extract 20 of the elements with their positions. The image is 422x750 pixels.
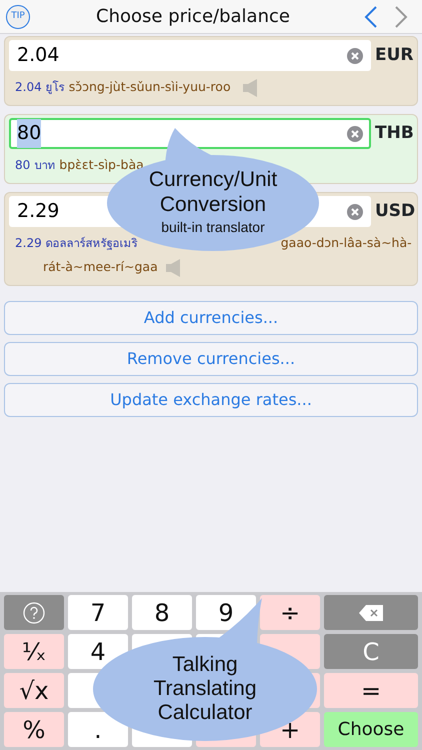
currency-code: USD bbox=[375, 200, 413, 223]
transliteration: rát-à~mee-rí~gaa bbox=[43, 259, 158, 274]
screen-title: Choose price/balance bbox=[95, 5, 291, 29]
amount-text: 80 bbox=[15, 158, 30, 172]
amount-text: 2.04 bbox=[15, 80, 42, 94]
thai-word: ดอลลาร์สหรัฐอเมริ bbox=[46, 236, 138, 250]
amount-text: 2.29 bbox=[15, 236, 42, 250]
bubble-subtitle: built-in translator bbox=[161, 218, 265, 237]
thai-word: ยูโร bbox=[46, 80, 65, 94]
bubble-text: Conversion bbox=[160, 192, 266, 217]
bubble-text: Talking bbox=[172, 652, 238, 677]
currency-code: EUR bbox=[375, 44, 413, 67]
transliteration: sɔ̌ɔng-jùt-sǔun-sìi-yuu-roo bbox=[68, 79, 231, 94]
currency-code: THB bbox=[375, 122, 413, 145]
bubble-text: Calculator bbox=[158, 701, 252, 726]
bubble-text: Currency/Unit bbox=[148, 168, 278, 192]
transliteration: gaao-dɔn-lâa-sà~hà- bbox=[280, 235, 412, 250]
transliteration: bpɛ̀ɛt-sìp-bàa bbox=[59, 157, 144, 172]
bubble-text: Translating bbox=[153, 676, 257, 702]
thai-word: บาท bbox=[34, 158, 56, 172]
